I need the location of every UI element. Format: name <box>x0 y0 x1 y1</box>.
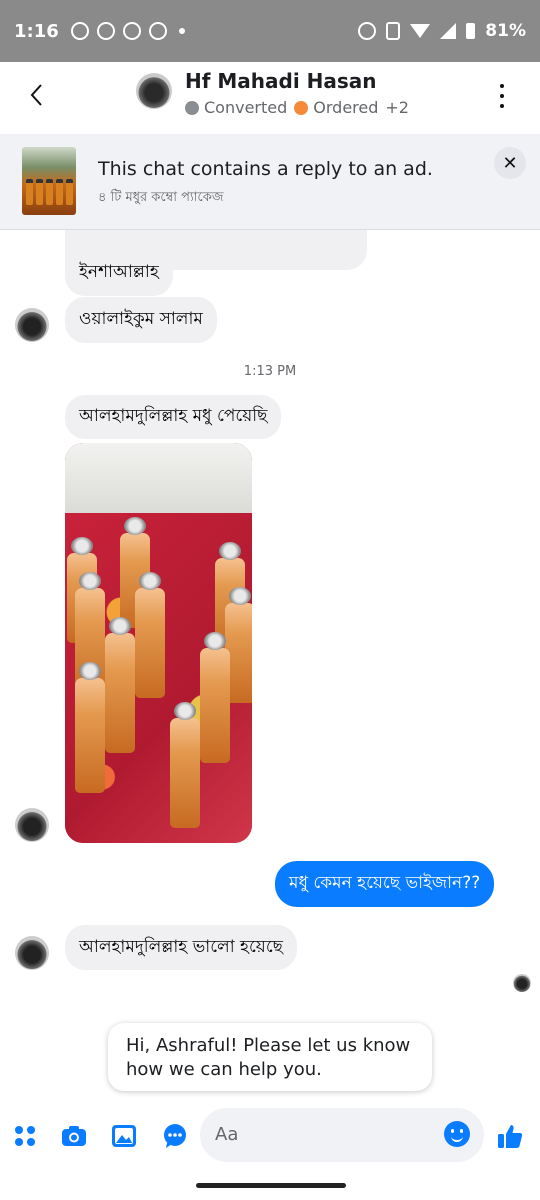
message-input[interactable]: Aa <box>200 1108 484 1162</box>
gallery-button[interactable] <box>111 1124 137 1148</box>
image-icon <box>112 1125 136 1147</box>
label-ordered: Ordered <box>313 98 379 117</box>
message-composer: Aa <box>0 1106 540 1166</box>
camera-button[interactable] <box>61 1124 87 1148</box>
message-input-placeholder: Aa <box>215 1124 239 1145</box>
like-button[interactable] <box>497 1124 523 1148</box>
whatsapp-icon <box>70 22 89 40</box>
back-button[interactable] <box>22 80 52 110</box>
kebab-dot-icon <box>500 104 504 108</box>
messenger-icon <box>96 22 115 40</box>
message-text: ওয়ালাইকুম সালাম <box>79 309 203 329</box>
ad-banner-title: This chat contains a reply to an ad. <box>98 158 433 180</box>
shared-photo-honey-bottles[interactable] <box>65 443 252 843</box>
status-bar: 1:16 81% <box>0 0 540 62</box>
close-icon: ✕ <box>502 152 518 174</box>
saved-replies-button[interactable] <box>162 1124 188 1148</box>
system-navigation-bar <box>0 1166 540 1200</box>
contact-avatar-small[interactable] <box>15 308 49 342</box>
chevron-left-icon <box>30 84 42 106</box>
kebab-dot-icon <box>500 84 504 88</box>
message-text: ইনশাআল্লাহ <box>79 262 159 282</box>
message-bubble-incoming[interactable]: আলহামদুলিল্লাহ মধু পেয়েছি <box>65 395 282 439</box>
thumbs-up-icon <box>498 1125 523 1148</box>
menu-grid-button[interactable] <box>12 1124 38 1148</box>
label-converted: Converted <box>204 98 288 117</box>
emoji-icon[interactable] <box>444 1121 470 1147</box>
grid-dots-icon <box>15 1126 35 1146</box>
app-notification-icon <box>122 22 141 40</box>
status-time: 1:16 <box>14 20 59 42</box>
ad-banner-subtitle: ৪ টি মধুর কম্বো প্যাকেজ <box>98 190 224 205</box>
signal-icon <box>440 23 457 39</box>
contact-avatar[interactable] <box>136 73 172 109</box>
message-text: আলহামদুলিল্লাহ মধু পেয়েছি <box>79 406 268 426</box>
more-options-button[interactable] <box>492 84 512 108</box>
wifi-icon <box>410 24 431 38</box>
contact-avatar-small[interactable] <box>15 936 49 970</box>
vibrate-icon <box>386 22 401 40</box>
welcome-message-line1: Hi, Ashraful! Please let us know <box>126 1035 411 1056</box>
alarm-icon <box>358 22 377 40</box>
contact-avatar-small[interactable] <box>15 808 49 842</box>
close-banner-button[interactable]: ✕ <box>494 147 526 179</box>
kebab-dot-icon <box>500 94 504 98</box>
contact-labels[interactable]: Converted Ordered +2 <box>185 98 409 117</box>
notification-icon <box>148 22 167 40</box>
battery-percent: 81% <box>485 21 526 41</box>
ad-reply-banner[interactable]: This chat contains a reply to an ad. ৪ ট… <box>0 134 540 230</box>
more-notifications-dot-icon <box>178 28 185 34</box>
chat-bubble-icon <box>164 1124 186 1148</box>
ordered-label-dot-icon <box>294 100 309 115</box>
read-receipt-avatar <box>513 974 531 992</box>
message-bubble-incoming[interactable]: আলহামদুলিল্লাহ ভালো হয়েছে <box>65 925 297 970</box>
ad-thumbnail[interactable] <box>22 147 76 215</box>
welcome-message-line2: how we can help you. <box>126 1059 322 1080</box>
message-text: মধু কেমন হয়েছে ভাইজান?? <box>289 873 481 893</box>
converted-label-dot-icon <box>185 100 199 115</box>
contact-name[interactable]: Hf Mahadi Hasan <box>185 69 377 93</box>
message-text: আলহামদুলিল্লাহ ভালো হয়েছে <box>79 936 283 957</box>
home-gesture-handle[interactable] <box>196 1183 346 1188</box>
message-bubble-outgoing[interactable]: মধু কেমন হয়েছে ভাইজান?? <box>275 861 495 907</box>
message-bubble-incoming[interactable]: ওয়ালাইকুম সালাম <box>65 297 217 343</box>
battery-icon <box>466 23 476 39</box>
welcome-message-card[interactable]: Hi, Ashraful! Please let us know how we … <box>108 1023 432 1091</box>
more-labels-count: +2 <box>385 98 409 117</box>
message-timestamp: 1:13 PM <box>243 364 297 379</box>
message-bubble-incoming[interactable]: ইনশাআল্লাহ <box>65 250 173 296</box>
camera-icon <box>62 1126 86 1146</box>
conversation-header: Hf Mahadi Hasan Converted Ordered +2 <box>0 62 540 134</box>
